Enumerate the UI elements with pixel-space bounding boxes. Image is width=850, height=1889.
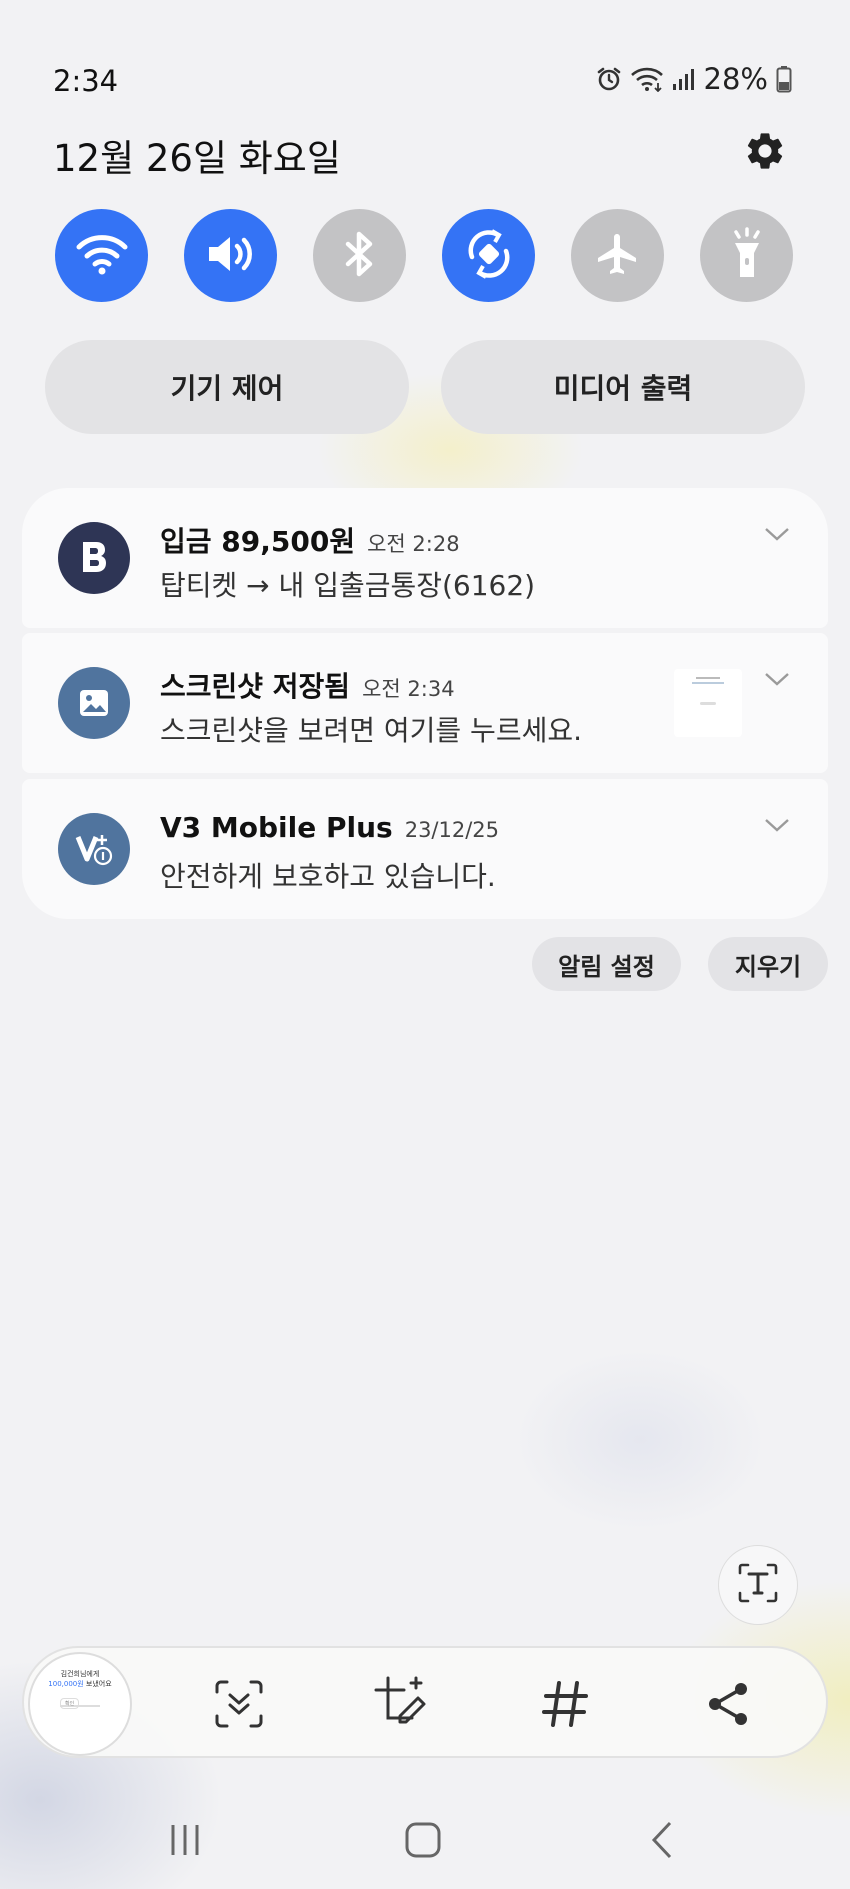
preview-line1: 김건희님에게 — [60, 1670, 100, 1678]
airplane-icon — [594, 230, 642, 282]
notification-title: V3 Mobile Plus 23/12/25 — [160, 811, 500, 844]
notification-card[interactable]: 입금 89,500원 오전 2:28 탑티켓 → 내 입출금통장(6162) — [22, 488, 828, 628]
battery-percent: 28% — [703, 62, 768, 96]
clear-all-button[interactable]: 지우기 — [708, 937, 828, 991]
screenshot-thumbnail[interactable] — [674, 669, 742, 737]
notification-title: 입금 89,500원 오전 2:28 — [160, 525, 460, 558]
bluetooth-icon — [343, 230, 377, 282]
gear-icon[interactable] — [743, 129, 787, 173]
rotate-icon — [462, 227, 516, 285]
status-time: 2:34 — [53, 64, 119, 98]
hashtag-icon[interactable] — [537, 1676, 593, 1732]
chevron-down-icon[interactable] — [764, 671, 790, 691]
wifi-toggle[interactable] — [55, 209, 148, 302]
image-icon — [58, 667, 130, 739]
preview-line2: 100,000원 보냈어요 — [48, 1680, 112, 1688]
bank-b-icon — [58, 522, 130, 594]
flashlight-toggle[interactable] — [700, 209, 793, 302]
wifi-icon — [630, 66, 664, 92]
notification-text: 안전하게 보호하고 있습니다. — [160, 860, 496, 893]
speaker-icon — [205, 232, 257, 280]
bluetooth-toggle[interactable] — [313, 209, 406, 302]
home-icon[interactable] — [393, 1815, 453, 1865]
notification-settings-button[interactable]: 알림 설정 — [532, 937, 681, 991]
notification-card[interactable]: 스크린샷 저장됨 오전 2:34 스크린샷을 보려면 여기를 누르세요. — [22, 633, 828, 773]
back-icon[interactable] — [632, 1815, 692, 1865]
notification-time: 오전 2:34 — [362, 677, 455, 701]
notification-time: 오전 2:28 — [367, 532, 460, 556]
text-extract-icon — [736, 1561, 780, 1609]
notification-text: 스크린샷을 보려면 여기를 누르세요. — [160, 714, 583, 747]
auto-rotate-toggle[interactable] — [442, 209, 535, 302]
text-extract-button[interactable] — [718, 1545, 798, 1625]
screenshot-preview[interactable]: 김건희님에게 100,000원 보냈어요 확인 — [28, 1652, 132, 1756]
chevron-down-icon[interactable] — [764, 526, 790, 546]
scroll-capture-icon[interactable] — [211, 1676, 267, 1732]
notification-card[interactable]: V3 Mobile Plus 23/12/25 안전하게 보호하고 있습니다. — [22, 779, 828, 919]
alarm-icon — [596, 66, 622, 92]
date-label: 12월 26일 화요일 — [53, 137, 341, 180]
sound-toggle[interactable] — [184, 209, 277, 302]
battery-icon — [776, 65, 792, 93]
v3-shield-icon — [58, 813, 130, 885]
notification-time: 23/12/25 — [404, 818, 500, 842]
device-control-button[interactable]: 기기 제어 — [45, 340, 409, 434]
chevron-down-icon[interactable] — [764, 817, 790, 837]
wifi-icon — [75, 232, 129, 280]
media-output-button[interactable]: 미디어 출력 — [441, 340, 805, 434]
status-icons: 28% — [596, 62, 792, 96]
recents-icon[interactable] — [155, 1815, 215, 1865]
airplane-toggle[interactable] — [571, 209, 664, 302]
screenshot-toolbar: 김건희님에게 100,000원 보냈어요 확인 — [22, 1646, 828, 1758]
signal-icon — [672, 67, 696, 91]
notification-title: 스크린샷 저장됨 오전 2:34 — [160, 670, 455, 703]
flashlight-icon — [727, 226, 767, 285]
crop-edit-icon[interactable] — [374, 1676, 430, 1732]
preview-confirm-button: 확인 — [60, 1698, 80, 1709]
notification-text: 탑티켓 → 내 입출금통장(6162) — [160, 569, 536, 602]
share-icon[interactable] — [700, 1676, 756, 1732]
